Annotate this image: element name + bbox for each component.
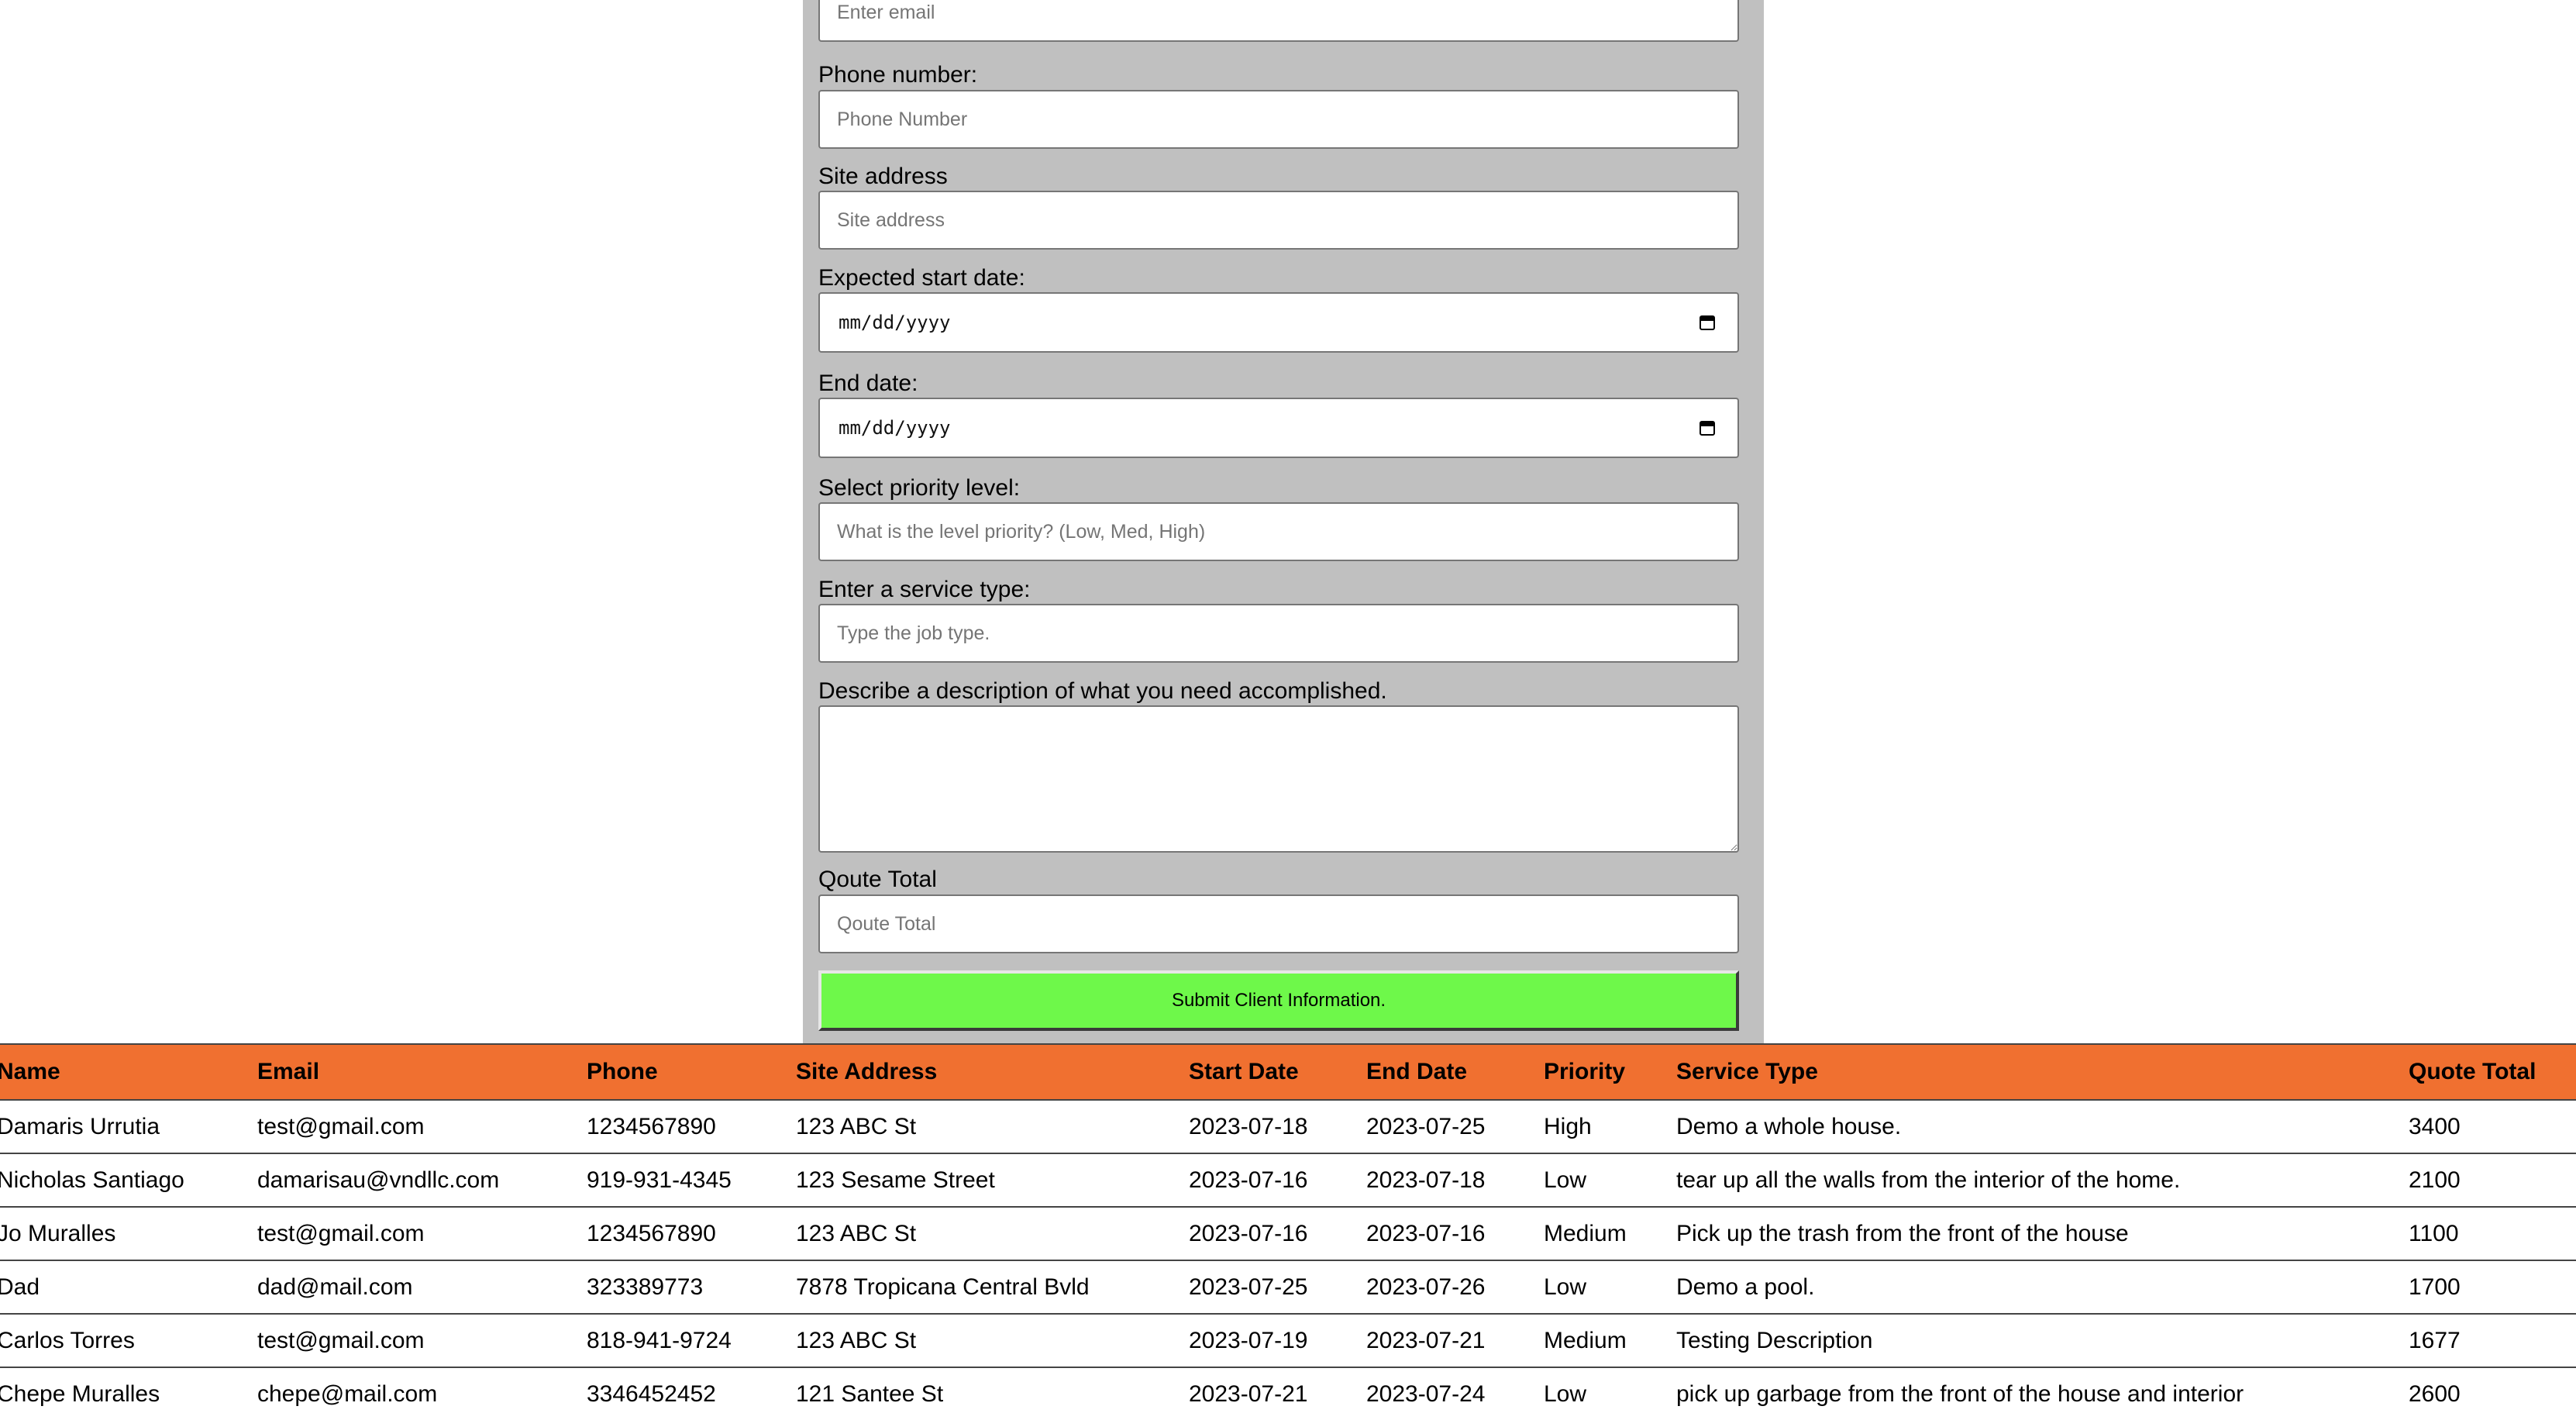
- cell-service-type: tear up all the walls from the interior …: [1676, 1153, 2409, 1208]
- column-header-name: Name: [0, 1043, 257, 1101]
- cell-end-date: 2023-07-21: [1366, 1314, 1544, 1368]
- service-type-label: Enter a service type:: [818, 577, 1031, 602]
- submit-client-button[interactable]: Submit Client Information.: [818, 970, 1739, 1031]
- cell-start-date: 2023-07-16: [1189, 1207, 1366, 1261]
- cell-start-date: 2023-07-18: [1189, 1100, 1366, 1154]
- cell-start-date: 2023-07-21: [1189, 1367, 1366, 1420]
- cell-service-type: Demo a pool.: [1676, 1260, 2409, 1315]
- cell-site-address: 121 Santee St: [796, 1367, 1189, 1420]
- cell-site-address: 123 Sesame Street: [796, 1153, 1189, 1208]
- table-row: Jo Muralles test@gmail.com 1234567890 12…: [0, 1207, 2576, 1261]
- cell-quote-total: 1700: [2409, 1260, 2576, 1315]
- cell-end-date: 2023-07-16: [1366, 1207, 1544, 1261]
- table-row: Carlos Torres test@gmail.com 818-941-972…: [0, 1314, 2576, 1368]
- start-date-value: mm/dd/yyyy: [839, 312, 951, 333]
- cell-email: test@gmail.com: [257, 1100, 587, 1154]
- cell-phone: 818-941-9724: [587, 1314, 796, 1368]
- column-header-end-date: End Date: [1366, 1043, 1544, 1101]
- cell-priority: Low: [1544, 1367, 1676, 1420]
- cell-quote-total: 3400: [2409, 1100, 2576, 1154]
- cell-priority: High: [1544, 1100, 1676, 1154]
- clients-table: Name Email Phone Site Address Start Date…: [0, 1043, 2576, 1420]
- cell-priority: Low: [1544, 1153, 1676, 1208]
- start-date-label: Expected start date:: [818, 265, 1025, 291]
- cell-name: Nicholas Santiago: [0, 1153, 257, 1208]
- cell-name: Damaris Urrutia: [0, 1100, 257, 1154]
- cell-email: test@gmail.com: [257, 1207, 587, 1261]
- cell-name: Dad: [0, 1260, 257, 1315]
- cell-phone: 919-931-4345: [587, 1153, 796, 1208]
- cell-phone: 1234567890: [587, 1100, 796, 1154]
- cell-phone: 323389773: [587, 1260, 796, 1315]
- cell-service-type: Pick up the trash from the front of the …: [1676, 1207, 2409, 1261]
- cell-site-address: 123 ABC St: [796, 1314, 1189, 1368]
- cell-quote-total: 1100: [2409, 1207, 2576, 1261]
- quote-total-input[interactable]: [818, 894, 1739, 953]
- cell-end-date: 2023-07-25: [1366, 1100, 1544, 1154]
- column-header-priority: Priority: [1544, 1043, 1676, 1101]
- calendar-icon[interactable]: [1699, 314, 1716, 331]
- cell-end-date: 2023-07-26: [1366, 1260, 1544, 1315]
- table-row: Chepe Muralles chepe@mail.com 3346452452…: [0, 1367, 2576, 1420]
- site-address-input[interactable]: [818, 191, 1739, 250]
- cell-email: test@gmail.com: [257, 1314, 587, 1368]
- column-header-start-date: Start Date: [1189, 1043, 1366, 1101]
- cell-email: damarisau@vndllc.com: [257, 1153, 587, 1208]
- cell-email: dad@mail.com: [257, 1260, 587, 1315]
- cell-start-date: 2023-07-16: [1189, 1153, 1366, 1208]
- description-textarea[interactable]: [818, 705, 1739, 853]
- priority-label: Select priority level:: [818, 475, 1021, 501]
- cell-priority: Medium: [1544, 1207, 1676, 1261]
- column-header-phone: Phone: [587, 1043, 796, 1101]
- calendar-icon[interactable]: [1699, 419, 1716, 436]
- table-row: Nicholas Santiago damarisau@vndllc.com 9…: [0, 1153, 2576, 1208]
- quote-total-label: Qoute Total: [818, 867, 937, 892]
- table-header-row: Name Email Phone Site Address Start Date…: [0, 1043, 2576, 1101]
- cell-quote-total: 2600: [2409, 1367, 2576, 1420]
- cell-site-address: 7878 Tropicana Central Bvld: [796, 1260, 1189, 1315]
- end-date-label: End date:: [818, 371, 918, 396]
- cell-name: Jo Muralles: [0, 1207, 257, 1261]
- phone-input[interactable]: [818, 90, 1739, 149]
- end-date-value: mm/dd/yyyy: [839, 417, 951, 439]
- table-row: Dad dad@mail.com 323389773 7878 Tropican…: [0, 1260, 2576, 1315]
- cell-phone: 3346452452: [587, 1367, 796, 1420]
- column-header-quote-total: Quote Total: [2409, 1043, 2576, 1101]
- end-date-input[interactable]: mm/dd/yyyy: [818, 398, 1739, 458]
- cell-quote-total: 1677: [2409, 1314, 2576, 1368]
- cell-site-address: 123 ABC St: [796, 1207, 1189, 1261]
- cell-end-date: 2023-07-24: [1366, 1367, 1544, 1420]
- cell-phone: 1234567890: [587, 1207, 796, 1261]
- page: Phone number: Site address Expected star…: [0, 0, 2576, 1420]
- email-input[interactable]: [818, 0, 1739, 42]
- start-date-input[interactable]: mm/dd/yyyy: [818, 292, 1739, 353]
- cell-start-date: 2023-07-25: [1189, 1260, 1366, 1315]
- description-label: Describe a description of what you need …: [818, 678, 1387, 704]
- phone-label: Phone number:: [818, 62, 978, 88]
- cell-priority: Low: [1544, 1260, 1676, 1315]
- site-address-label: Site address: [818, 164, 948, 189]
- cell-service-type: Demo a whole house.: [1676, 1100, 2409, 1154]
- cell-name: Chepe Muralles: [0, 1367, 257, 1420]
- priority-input[interactable]: [818, 502, 1739, 561]
- cell-service-type: Testing Description: [1676, 1314, 2409, 1368]
- table-row: Damaris Urrutia test@gmail.com 123456789…: [0, 1100, 2576, 1154]
- cell-quote-total: 2100: [2409, 1153, 2576, 1208]
- cell-service-type: pick up garbage from the front of the ho…: [1676, 1367, 2409, 1420]
- service-type-input[interactable]: [818, 604, 1739, 663]
- cell-priority: Medium: [1544, 1314, 1676, 1368]
- cell-site-address: 123 ABC St: [796, 1100, 1189, 1154]
- cell-start-date: 2023-07-19: [1189, 1314, 1366, 1368]
- cell-email: chepe@mail.com: [257, 1367, 587, 1420]
- cell-name: Carlos Torres: [0, 1314, 257, 1368]
- column-header-email: Email: [257, 1043, 587, 1101]
- cell-end-date: 2023-07-18: [1366, 1153, 1544, 1208]
- client-form: Phone number: Site address Expected star…: [803, 0, 1764, 1043]
- column-header-site-address: Site Address: [796, 1043, 1189, 1101]
- column-header-service-type: Service Type: [1676, 1043, 2409, 1101]
